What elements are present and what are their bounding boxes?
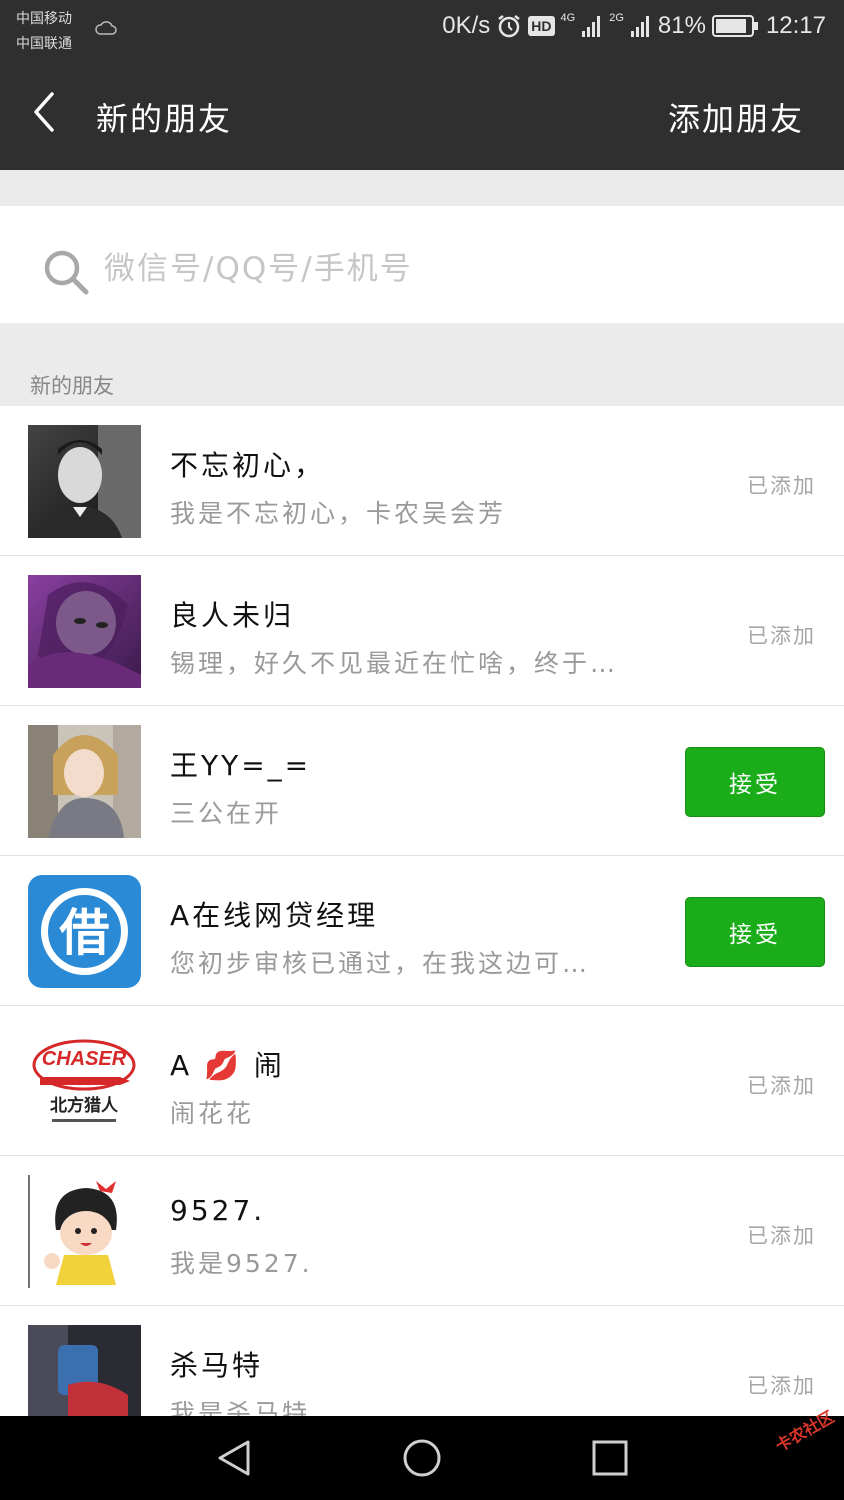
search-icon [44, 250, 89, 295]
friend-name: 王YY=_= [170, 749, 312, 782]
avatar[interactable]: 借 [28, 875, 141, 988]
system-nav-bar [0, 1416, 844, 1500]
friend-name: 不忘初心， [170, 449, 326, 482]
nav-back-icon[interactable] [214, 1438, 254, 1478]
avatar[interactable]: CHASER 北方猎人 [28, 1025, 141, 1138]
friend-message: 三公在开 [170, 799, 283, 828]
alarm-icon [498, 15, 521, 38]
list-item[interactable]: 王YY=_= 三公在开 接受 [0, 706, 844, 856]
search-input[interactable] [104, 244, 804, 294]
friend-name: 良人未归 [170, 599, 295, 632]
nav-recents-icon[interactable] [590, 1438, 630, 1478]
carrier-2: 中国联通 [16, 36, 72, 52]
network-4g-label: 4G [560, 12, 576, 24]
title-bar: 新的朋友 添加朋友 [0, 60, 844, 170]
carrier-1: 中国移动 [16, 11, 72, 27]
friend-request-list: 不忘初心， 我是不忘初心，卡农吴会芳 已添加 良人未归 锡理，好久不见最近在忙啥… [0, 406, 844, 1416]
clock: 12:17 [765, 12, 826, 39]
svg-text:借: 借 [59, 904, 110, 962]
list-item[interactable]: 借 A在线网贷经理 您初步审核已通过，在我这边可… 接受 [0, 856, 844, 1006]
avatar[interactable] [28, 1325, 141, 1416]
network-speed: 0K/s [442, 12, 491, 39]
add-friend-button[interactable]: 添加朋友 [668, 94, 804, 140]
accept-button[interactable]: 接受 [685, 747, 825, 817]
friend-name: 9527. [170, 1194, 266, 1227]
page-title: 新的朋友 [96, 100, 233, 138]
chaser-logo-subtext: 北方猎人 [50, 1095, 119, 1116]
battery-percent: 81% [657, 12, 706, 39]
nav-home-icon[interactable] [402, 1438, 442, 1478]
friend-message: 闹花花 [170, 1099, 255, 1128]
list-item[interactable]: CHASER 北方猎人 A 💋 闹 闹花花 已添加 [0, 1006, 844, 1156]
section-label: 新的朋友 [30, 374, 114, 398]
list-item[interactable]: 不忘初心， 我是不忘初心，卡农吴会芳 已添加 [0, 406, 844, 556]
list-item[interactable]: 杀马特 我是杀马特 已添加 [0, 1306, 844, 1416]
friend-message: 我是9527. [170, 1249, 313, 1278]
friend-name: A 💋 闹 [170, 1049, 285, 1082]
added-status: 已添加 [747, 1074, 816, 1098]
avatar[interactable] [28, 1175, 141, 1288]
avatar[interactable] [28, 725, 141, 838]
network-2g-label: 2G [609, 12, 624, 24]
avatar[interactable] [28, 575, 141, 688]
hd-icon: HD [528, 16, 555, 36]
search-bar [0, 206, 844, 323]
friend-message: 我是不忘初心，卡农吴会芳 [170, 499, 507, 528]
avatar[interactable] [28, 425, 141, 538]
back-arrow-icon[interactable] [30, 90, 60, 134]
friend-name: A在线网贷经理 [170, 899, 379, 932]
added-status: 已添加 [747, 1224, 816, 1248]
status-bar: 中国移动 中国联通 0K/s HD 4G 2G 81% 12:17 [0, 0, 844, 60]
list-item[interactable]: 良人未归 锡理，好久不见最近在忙啥，终于… 已添加 [0, 556, 844, 706]
signal-icon-1 [582, 16, 601, 37]
added-status: 已添加 [747, 624, 816, 648]
friend-message: 锡理，好久不见最近在忙啥，终于… [170, 649, 619, 678]
signal-icon-2 [630, 16, 649, 37]
added-status: 已添加 [747, 474, 816, 498]
chaser-logo-text: CHASER [42, 1048, 127, 1070]
list-item[interactable]: 9527. 我是9527. 已添加 [0, 1156, 844, 1306]
friend-message: 您初步审核已通过，在我这边可… [170, 949, 591, 978]
added-status: 已添加 [747, 1374, 816, 1398]
accept-button[interactable]: 接受 [685, 897, 825, 967]
weather-cloud-icon [95, 21, 117, 35]
battery-icon [711, 15, 758, 37]
friend-message: 我是杀马特 [170, 1399, 311, 1416]
friend-name: 杀马特 [170, 1349, 264, 1382]
